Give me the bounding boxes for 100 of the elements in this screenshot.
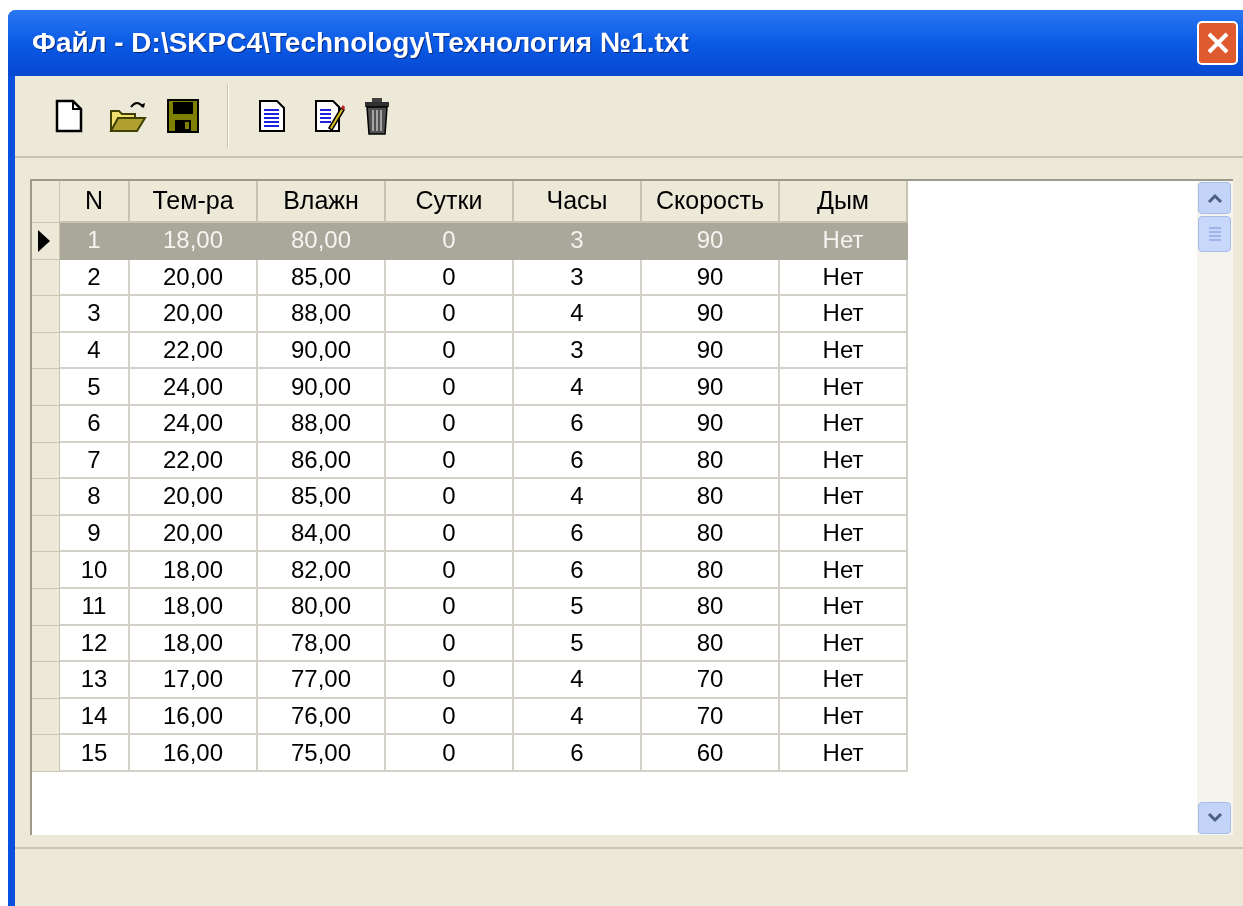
column-header[interactable]: Тем-ра: [130, 181, 258, 223]
table-cell: Нет: [780, 515, 908, 553]
table-cell: 20,00: [130, 259, 258, 297]
table-cell: 85,00: [258, 479, 386, 516]
scroll-down-button[interactable]: [1198, 802, 1231, 834]
table-cell: Нет: [780, 588, 908, 626]
table-cell: 6: [60, 405, 130, 443]
table-cell: 0: [386, 296, 514, 333]
table-cell: 5: [514, 625, 642, 663]
table-cell: 70: [642, 698, 780, 736]
table-cell: 18,00: [130, 223, 258, 260]
table-cell: Нет: [780, 442, 908, 480]
table-cell: 22,00: [130, 442, 258, 480]
table-cell: 4: [60, 332, 130, 370]
table-cell: 90,00: [258, 332, 386, 370]
column-header[interactable]: Дым: [780, 181, 908, 223]
table-cell: Нет: [780, 369, 908, 406]
table-cell: 86,00: [258, 442, 386, 480]
save-icon[interactable]: [167, 99, 199, 133]
table-cell: 0: [386, 332, 514, 370]
table-cell: 80: [642, 625, 780, 663]
table-cell: 17,00: [130, 662, 258, 699]
table-cell: 6: [514, 515, 642, 553]
table-cell: 77,00: [258, 662, 386, 699]
chevron-up-icon: [1206, 193, 1223, 203]
table-cell: 0: [386, 479, 514, 516]
table-cell: 60: [642, 735, 780, 772]
table-cell: Нет: [780, 662, 908, 699]
table-cell: 20,00: [130, 515, 258, 553]
table-cell: 80,00: [258, 223, 386, 260]
table-cell: 10: [60, 552, 130, 589]
document-icon[interactable]: [259, 100, 285, 132]
table-cell: 6: [514, 552, 642, 589]
table-cell: Нет: [780, 332, 908, 370]
table-cell: 2: [60, 259, 130, 297]
table-cell: 80: [642, 479, 780, 516]
table-cell: 18,00: [130, 588, 258, 626]
column-header[interactable]: Влажн: [258, 181, 386, 223]
table-cell: 0: [386, 259, 514, 297]
table-cell: 7: [60, 442, 130, 480]
table-cell: 80: [642, 588, 780, 626]
table-cell: 24,00: [130, 405, 258, 443]
table-cell: 90: [642, 405, 780, 443]
table-cell: 76,00: [258, 698, 386, 736]
table-cell: 5: [514, 588, 642, 626]
table-cell: 70: [642, 662, 780, 699]
table-cell: 3: [60, 296, 130, 333]
table-cell: 88,00: [258, 296, 386, 333]
table-cell: 22,00: [130, 332, 258, 370]
table-cell: 0: [386, 405, 514, 443]
table-cell: 6: [514, 735, 642, 772]
table-cell: Нет: [780, 698, 908, 736]
open-folder-icon[interactable]: [109, 99, 147, 133]
table-cell: 0: [386, 442, 514, 480]
table-cell: 90: [642, 296, 780, 333]
table-cell: 6: [514, 405, 642, 443]
table-cell: 14: [60, 698, 130, 736]
table-cell: 24,00: [130, 369, 258, 406]
table-cell: 0: [386, 369, 514, 406]
column-header[interactable]: Часы: [514, 181, 642, 223]
table-cell: 84,00: [258, 515, 386, 553]
trash-icon[interactable]: [363, 97, 391, 135]
table-cell: 90,00: [258, 369, 386, 406]
table-cell: 82,00: [258, 552, 386, 589]
table-cell: 75,00: [258, 735, 386, 772]
table-cell: 16,00: [130, 698, 258, 736]
scroll-thumb[interactable]: [1198, 216, 1231, 252]
table-cell: 4: [514, 369, 642, 406]
new-file-icon[interactable]: [55, 99, 83, 133]
table-cell: 5: [60, 369, 130, 406]
table-cell: 85,00: [258, 259, 386, 297]
chevron-down-icon: [1206, 813, 1223, 823]
table-cell: 3: [514, 223, 642, 260]
table-cell: 11: [60, 588, 130, 626]
table-cell: 80: [642, 442, 780, 480]
edit-document-icon[interactable]: [315, 100, 345, 132]
table-cell: 12: [60, 625, 130, 663]
table-cell: Нет: [780, 223, 908, 260]
table-cell: 80,00: [258, 588, 386, 626]
scroll-up-button[interactable]: [1198, 182, 1231, 214]
table-cell: 90: [642, 223, 780, 260]
table-cell: 0: [386, 223, 514, 260]
table-cell: Нет: [780, 479, 908, 516]
table-cell: 0: [386, 625, 514, 663]
close-button[interactable]: [1197, 21, 1238, 65]
table-cell: 18,00: [130, 625, 258, 663]
table-cell: Нет: [780, 405, 908, 443]
table-cell: 3: [514, 259, 642, 297]
table-cell: 90: [642, 332, 780, 370]
column-header[interactable]: N: [60, 181, 130, 223]
vertical-scrollbar[interactable]: [1197, 181, 1233, 835]
column-header[interactable]: Скорость: [642, 181, 780, 223]
table-cell: 6: [514, 442, 642, 480]
table-cell: 0: [386, 588, 514, 626]
table-cell: 90: [642, 259, 780, 297]
table-cell: 4: [514, 479, 642, 516]
table-cell: Нет: [780, 296, 908, 333]
table-cell: 4: [514, 698, 642, 736]
row-header[interactable]: [32, 223, 60, 260]
column-header[interactable]: Сутки: [386, 181, 514, 223]
